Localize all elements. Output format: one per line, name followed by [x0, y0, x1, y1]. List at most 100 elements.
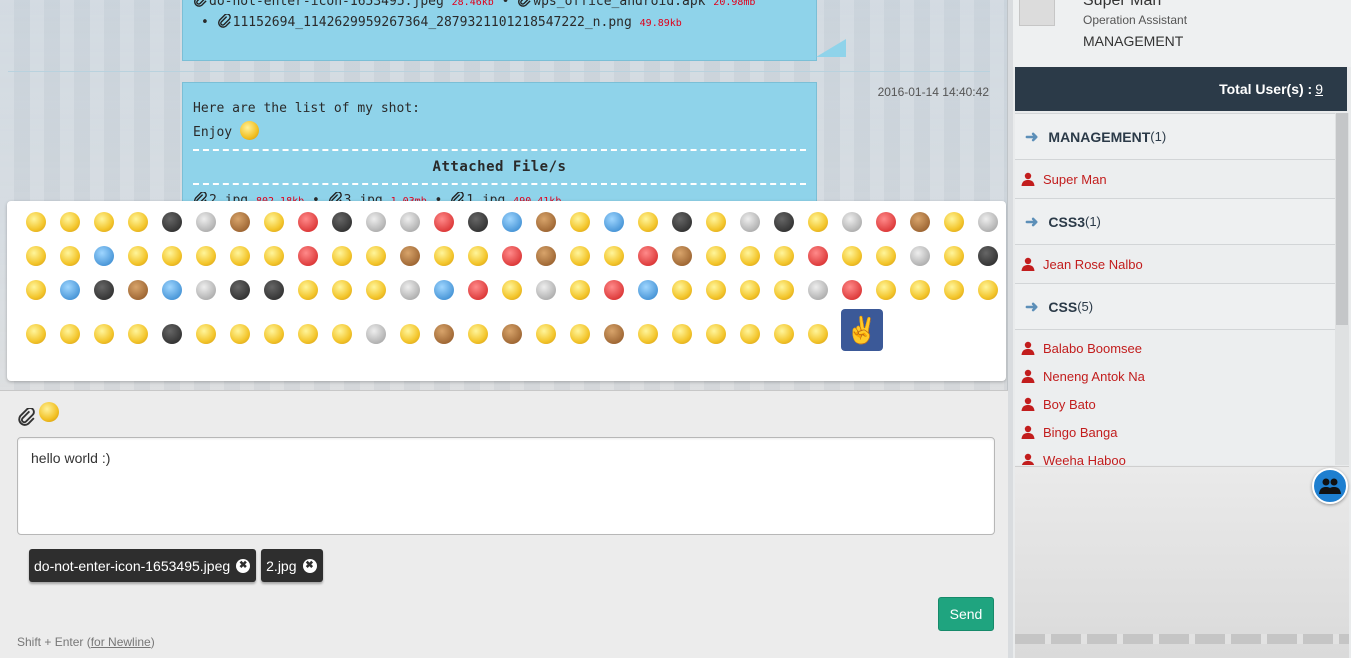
emoji-option[interactable] — [631, 239, 665, 273]
emoji-option[interactable] — [87, 205, 121, 239]
emoji-option[interactable] — [733, 205, 767, 239]
emoji-option[interactable] — [597, 317, 631, 351]
emoji-option[interactable] — [291, 205, 325, 239]
emoji-option[interactable] — [427, 205, 461, 239]
emoji-option[interactable] — [461, 205, 495, 239]
emoji-option[interactable] — [427, 239, 461, 273]
emoji-option[interactable] — [393, 205, 427, 239]
emoji-option[interactable] — [325, 239, 359, 273]
emoji-option[interactable] — [359, 205, 393, 239]
emoji-option[interactable] — [53, 317, 87, 351]
emoji-option[interactable] — [393, 239, 427, 273]
emoji-option[interactable] — [495, 317, 529, 351]
emoji-option[interactable] — [801, 205, 835, 239]
emoji-option[interactable] — [563, 239, 597, 273]
emoji-option[interactable] — [155, 317, 189, 351]
emoji-option[interactable] — [563, 205, 597, 239]
emoji-option[interactable] — [121, 205, 155, 239]
emoji-option[interactable] — [19, 317, 53, 351]
emoji-option[interactable] — [359, 317, 393, 351]
emoji-option[interactable] — [155, 273, 189, 307]
remove-attachment-icon[interactable]: ✖ — [236, 558, 251, 573]
emoji-option[interactable] — [461, 273, 495, 307]
emoji-option[interactable] — [631, 205, 665, 239]
emoji-option[interactable] — [87, 239, 121, 273]
emoji-option[interactable] — [53, 273, 87, 307]
file-name[interactable]: 11152694_1142629959267364_28793211012185… — [233, 15, 632, 30]
emoji-option[interactable] — [121, 273, 155, 307]
emoji-option[interactable] — [257, 239, 291, 273]
emoji-option[interactable] — [155, 239, 189, 273]
emoji-option[interactable] — [903, 239, 937, 273]
emoji-option[interactable] — [665, 317, 699, 351]
emoji-option[interactable] — [19, 205, 53, 239]
emoji-option[interactable] — [767, 317, 801, 351]
emoji-option[interactable] — [189, 317, 223, 351]
emoji-option[interactable] — [325, 205, 359, 239]
emoji-option[interactable] — [563, 317, 597, 351]
emoji-option[interactable] — [665, 205, 699, 239]
emoji-option[interactable] — [835, 239, 869, 273]
emoji-option[interactable] — [53, 205, 87, 239]
emoji-option[interactable] — [665, 239, 699, 273]
emoji-option[interactable] — [121, 317, 155, 351]
emoji-option[interactable] — [767, 239, 801, 273]
emoji-option[interactable] — [597, 205, 631, 239]
user-list-scrollbar[interactable] — [1335, 113, 1349, 465]
emoji-option[interactable] — [223, 239, 257, 273]
user-item[interactable]: Super Man — [1015, 160, 1335, 198]
emoji-option[interactable] — [189, 239, 223, 273]
emoji-option[interactable] — [393, 317, 427, 351]
emoji-option[interactable] — [903, 205, 937, 239]
group-header-css3[interactable]: ➜ CSS3 (1) — [1015, 198, 1335, 245]
user-item[interactable]: Weeha Haboo — [1015, 446, 1335, 465]
emoji-option[interactable] — [257, 205, 291, 239]
emoji-option[interactable] — [733, 317, 767, 351]
emoji-option[interactable] — [19, 273, 53, 307]
emoji-option[interactable] — [495, 239, 529, 273]
send-button[interactable]: Send — [938, 597, 994, 631]
emoji-option[interactable] — [801, 317, 835, 351]
emoji-option[interactable] — [699, 239, 733, 273]
emoji-option[interactable] — [87, 273, 121, 307]
emoji-option[interactable] — [257, 317, 291, 351]
emoji-option[interactable] — [937, 239, 971, 273]
emoji-option[interactable] — [699, 317, 733, 351]
emoji-option[interactable] — [529, 205, 563, 239]
emoji-option[interactable] — [291, 239, 325, 273]
emoji-option[interactable] — [699, 205, 733, 239]
emoji-option[interactable] — [869, 239, 903, 273]
emoji-option[interactable] — [223, 273, 257, 307]
emoji-option[interactable] — [835, 273, 869, 307]
emoji-option[interactable] — [189, 205, 223, 239]
emoji-option[interactable] — [359, 239, 393, 273]
emoji-option[interactable] — [801, 239, 835, 273]
emoji-option[interactable] — [529, 273, 563, 307]
emoji-option[interactable] — [325, 273, 359, 307]
emoji-option[interactable] — [971, 205, 1005, 239]
emoji-option[interactable] — [495, 205, 529, 239]
emoji-option[interactable] — [631, 273, 665, 307]
emoji-option[interactable] — [257, 273, 291, 307]
remove-attachment-icon[interactable]: ✖ — [302, 558, 317, 573]
emoji-option[interactable] — [495, 273, 529, 307]
emoji-option[interactable] — [631, 317, 665, 351]
emoji-option[interactable] — [971, 239, 1005, 273]
emoji-option[interactable] — [155, 205, 189, 239]
emoji-option[interactable] — [733, 273, 767, 307]
user-item[interactable]: Jean Rose Nalbo — [1015, 245, 1335, 283]
emoji-option[interactable] — [223, 205, 257, 239]
emoji-option[interactable] — [19, 239, 53, 273]
emoji-option[interactable] — [869, 205, 903, 239]
emoji-option[interactable] — [325, 317, 359, 351]
user-item[interactable]: Boy Bato — [1015, 390, 1335, 418]
message-input[interactable]: hello world :) — [17, 437, 995, 535]
emoji-option[interactable] — [971, 273, 1005, 307]
emoji-option[interactable] — [699, 273, 733, 307]
emoji-option[interactable] — [801, 273, 835, 307]
emoji-option[interactable] — [189, 273, 223, 307]
group-chat-button[interactable] — [1312, 468, 1348, 504]
emoji-option[interactable] — [903, 273, 937, 307]
emoji-option[interactable] — [767, 273, 801, 307]
emoji-option[interactable] — [121, 239, 155, 273]
